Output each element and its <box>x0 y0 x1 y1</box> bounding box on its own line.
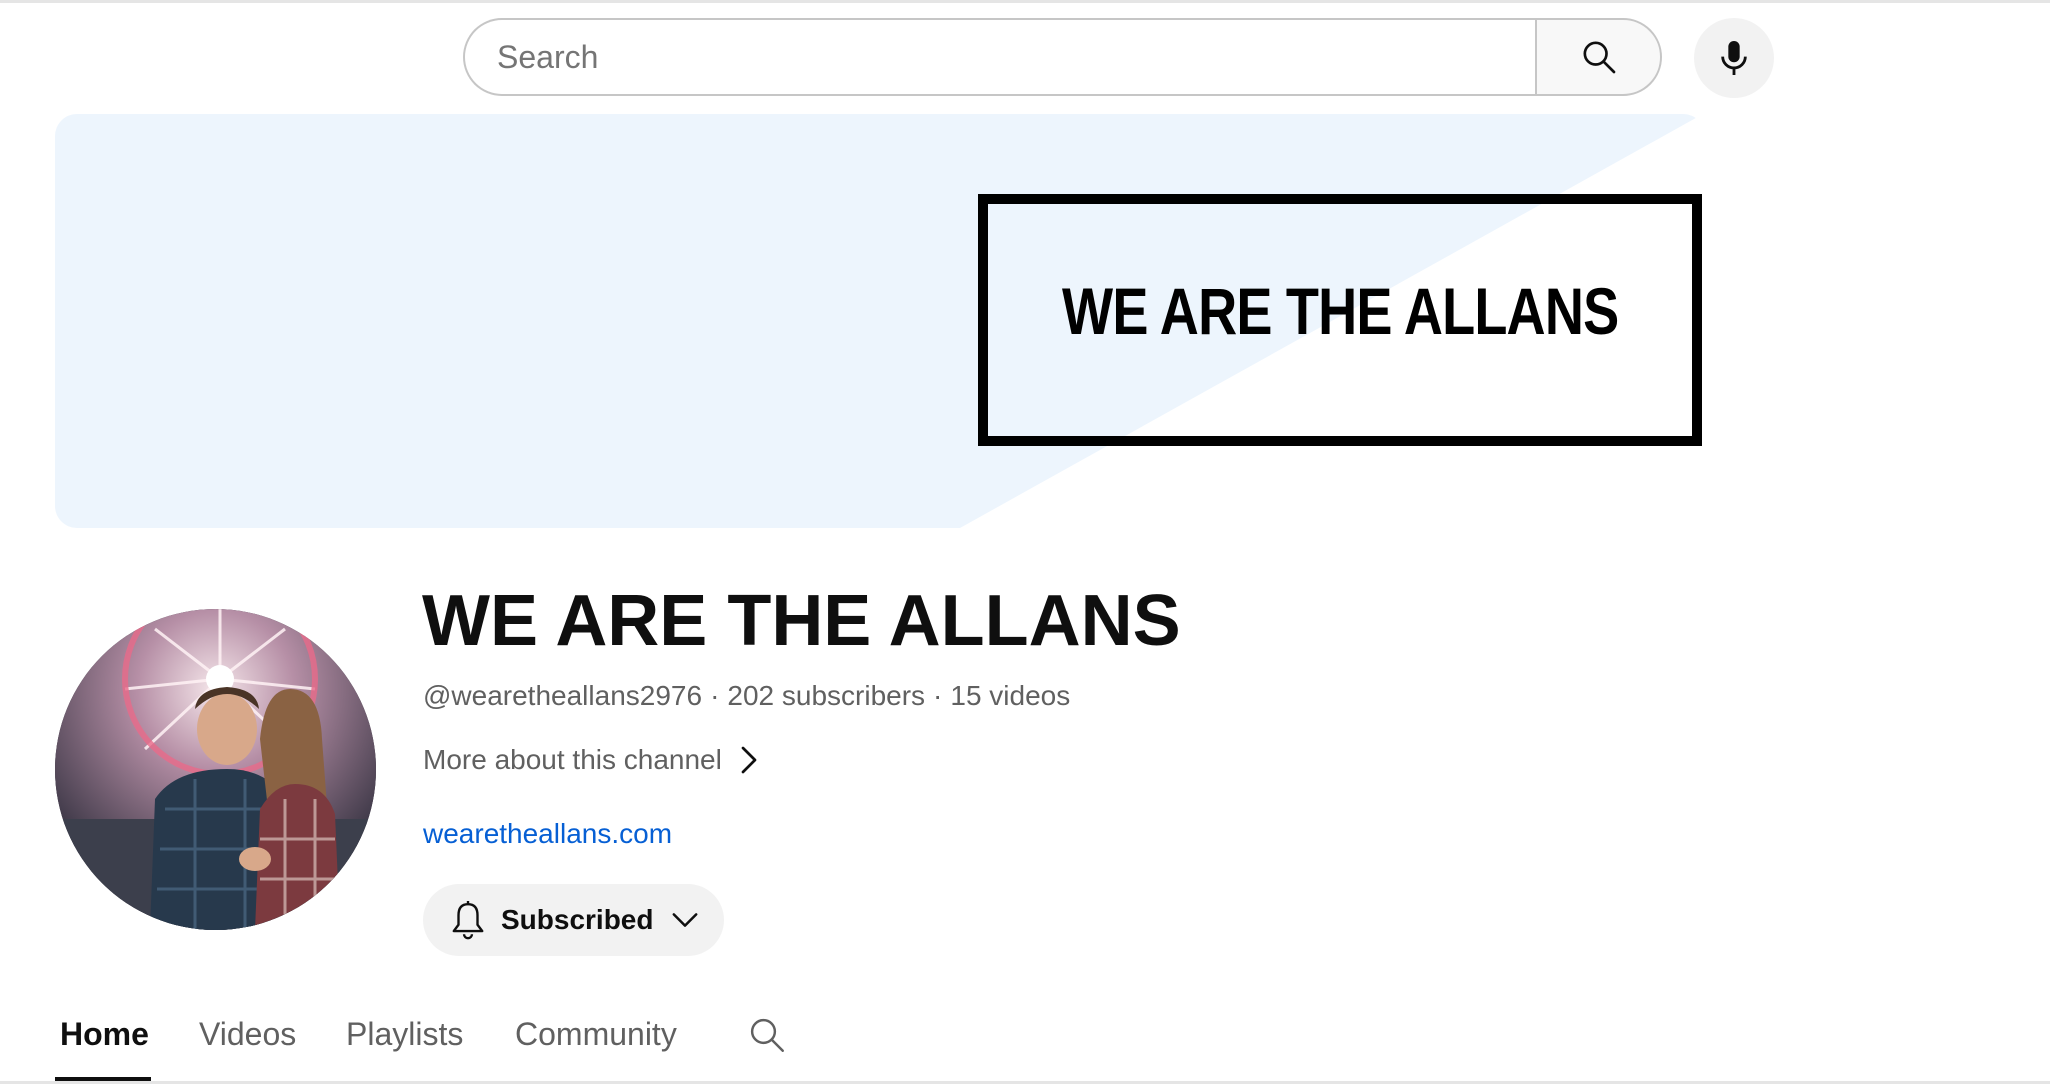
voice-search-button[interactable] <box>1694 18 1774 98</box>
channel-banner: WE ARE THE ALLANS <box>55 114 1705 528</box>
search-button[interactable] <box>1535 18 1662 96</box>
subscribed-label: Subscribed <box>501 904 654 935</box>
channel-handle: @wearetheallans2976 <box>423 680 703 711</box>
subscribed-button[interactable]: Subscribed <box>423 884 724 956</box>
video-count: 15 videos <box>950 680 1071 711</box>
chevron-down-icon <box>673 913 698 927</box>
microphone-icon <box>1721 41 1747 75</box>
more-about-channel-link[interactable]: More about this channel <box>423 744 758 776</box>
tab-community[interactable]: Community <box>515 1016 677 1053</box>
tab-playlists[interactable]: Playlists <box>346 1016 463 1053</box>
more-about-label: More about this channel <box>423 744 722 775</box>
top-divider <box>0 0 2050 3</box>
channel-tabs: Home Videos Playlists Community <box>0 1000 2050 1084</box>
meta-separator: · <box>933 680 943 711</box>
search-box[interactable] <box>463 18 1536 96</box>
search-icon <box>1583 41 1615 74</box>
channel-meta: @wearetheallans2976 · 202 subscribers · 15 v… <box>423 680 1070 712</box>
banner-title: WE ARE THE ALLANS <box>1061 274 1619 348</box>
banner-title-box: WE ARE THE ALLANS <box>978 194 1702 446</box>
tab-search-button[interactable] <box>746 1014 788 1061</box>
search-icon <box>750 1018 784 1052</box>
channel-name: WE ARE THE ALLANS <box>422 581 1181 661</box>
channel-website-link[interactable]: wearetheallans.com <box>423 818 672 850</box>
channel-avatar[interactable] <box>55 609 376 930</box>
chevron-right-icon <box>741 746 757 774</box>
subscriber-count: 202 subscribers <box>727 680 926 711</box>
search-input[interactable] <box>465 20 1536 94</box>
avatar-photo <box>55 609 376 930</box>
tab-videos[interactable]: Videos <box>199 1016 296 1053</box>
tab-home[interactable]: Home <box>60 1016 149 1053</box>
meta-separator: · <box>710 680 720 711</box>
bell-icon <box>452 901 484 940</box>
